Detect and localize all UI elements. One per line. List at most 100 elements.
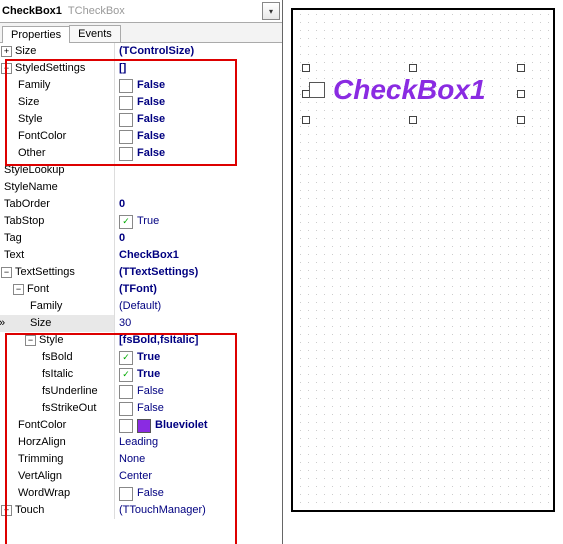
prop-value[interactable]: 30 bbox=[119, 315, 131, 332]
prop-value[interactable]: Blueviolet bbox=[155, 417, 208, 434]
property-row[interactable]: fsUnderline False bbox=[0, 383, 282, 400]
checkbox-icon[interactable]: ✓ bbox=[119, 215, 133, 229]
property-row[interactable]: StyleLookup bbox=[0, 162, 282, 179]
prop-label: fsStrikeOut bbox=[42, 400, 96, 417]
design-checkbox-control[interactable]: CheckBox1 bbox=[309, 74, 486, 106]
checkbox-icon[interactable] bbox=[119, 147, 133, 161]
inspector-tabs: Properties Events bbox=[0, 23, 282, 43]
checkbox-icon[interactable] bbox=[119, 96, 133, 110]
tab-events[interactable]: Events bbox=[69, 25, 121, 42]
checkbox-icon[interactable]: ✓ bbox=[119, 368, 133, 382]
property-row[interactable]: −Font (TFont) bbox=[0, 281, 282, 298]
prop-value[interactable]: True bbox=[137, 366, 160, 383]
prop-value[interactable]: CheckBox1 bbox=[119, 247, 179, 264]
checkbox-icon[interactable]: ✓ bbox=[119, 351, 133, 365]
component-name: CheckBox1 bbox=[2, 5, 62, 17]
prop-value[interactable]: False bbox=[137, 94, 165, 111]
property-row[interactable]: fsItalic ✓ True bbox=[0, 366, 282, 383]
prop-value[interactable]: Center bbox=[119, 468, 152, 485]
prop-value[interactable]: False bbox=[137, 400, 164, 417]
expander-icon[interactable]: − bbox=[1, 63, 12, 74]
selection-handle[interactable] bbox=[517, 64, 525, 72]
property-row[interactable]: Other False bbox=[0, 145, 282, 162]
property-row[interactable]: +Touch (TTouchManager) bbox=[0, 502, 282, 519]
selection-handle[interactable] bbox=[302, 64, 310, 72]
prop-value[interactable]: False bbox=[137, 128, 165, 145]
component-selector[interactable]: CheckBox1 TCheckBox ▾ bbox=[0, 0, 282, 23]
prop-value[interactable]: (TControlSize) bbox=[119, 43, 194, 60]
prop-label: fsItalic bbox=[42, 366, 73, 383]
prop-value[interactable]: [] bbox=[119, 60, 126, 77]
prop-value[interactable]: [fsBold,fsItalic] bbox=[119, 332, 198, 349]
property-row[interactable]: −Style [fsBold,fsItalic] bbox=[0, 332, 282, 349]
property-row[interactable]: TabStop ✓ True bbox=[0, 213, 282, 230]
design-canvas[interactable]: CheckBox1 bbox=[291, 8, 555, 512]
tab-properties[interactable]: Properties bbox=[2, 26, 70, 43]
color-swatch bbox=[137, 419, 151, 433]
property-row[interactable]: Family False bbox=[0, 77, 282, 94]
prop-value[interactable]: (Default) bbox=[119, 298, 161, 315]
property-row[interactable]: VertAlign Center bbox=[0, 468, 282, 485]
property-row[interactable]: WordWrap False bbox=[0, 485, 282, 502]
property-row[interactable]: Style False bbox=[0, 111, 282, 128]
checkbox-icon[interactable] bbox=[119, 113, 133, 127]
expander-icon[interactable]: − bbox=[25, 335, 36, 346]
checkbox-icon[interactable] bbox=[119, 130, 133, 144]
prop-label: StyleName bbox=[4, 179, 58, 196]
property-row[interactable]: Text CheckBox1 bbox=[0, 247, 282, 264]
object-inspector: CheckBox1 TCheckBox ▾ Properties Events … bbox=[0, 0, 283, 544]
prop-value[interactable]: Leading bbox=[119, 434, 158, 451]
selection-handle[interactable] bbox=[409, 64, 417, 72]
property-row[interactable]: TabOrder 0 bbox=[0, 196, 282, 213]
property-row[interactable]: FontColor False bbox=[0, 128, 282, 145]
property-row[interactable]: fsStrikeOut False bbox=[0, 400, 282, 417]
component-class: TCheckBox bbox=[68, 5, 125, 17]
prop-value[interactable]: False bbox=[137, 111, 165, 128]
property-row[interactable]: HorzAlign Leading bbox=[0, 434, 282, 451]
prop-value[interactable]: False bbox=[137, 145, 165, 162]
expander-icon[interactable]: + bbox=[1, 505, 12, 516]
property-row[interactable]: FontColor Blueviolet bbox=[0, 417, 282, 434]
property-row[interactable]: Size False bbox=[0, 94, 282, 111]
prop-value[interactable]: True bbox=[137, 213, 159, 230]
prop-value[interactable]: True bbox=[137, 349, 160, 366]
prop-label: TabStop bbox=[4, 213, 44, 230]
selection-handle[interactable] bbox=[517, 116, 525, 124]
prop-value[interactable]: 0 bbox=[119, 230, 125, 247]
property-row[interactable]: StyleName bbox=[0, 179, 282, 196]
prop-value[interactable]: None bbox=[119, 451, 145, 468]
selection-handle[interactable] bbox=[302, 116, 310, 124]
checkbox-icon[interactable] bbox=[119, 487, 133, 501]
prop-label: WordWrap bbox=[18, 485, 70, 502]
property-row[interactable]: +Size (TControlSize) bbox=[0, 43, 282, 60]
expander-icon[interactable]: + bbox=[1, 46, 12, 57]
property-row[interactable]: Tag 0 bbox=[0, 230, 282, 247]
prop-label: HorzAlign bbox=[18, 434, 66, 451]
checkbox-icon[interactable] bbox=[119, 385, 133, 399]
checkbox-icon[interactable] bbox=[119, 402, 133, 416]
prop-value[interactable]: 0 bbox=[119, 196, 125, 213]
expander-icon[interactable]: − bbox=[1, 267, 12, 278]
prop-label: Size bbox=[30, 315, 51, 332]
selection-indicator-icon: » bbox=[0, 315, 5, 332]
prop-value[interactable]: (TTouchManager) bbox=[119, 502, 206, 519]
property-row[interactable]: −TextSettings (TTextSettings) bbox=[0, 264, 282, 281]
property-row[interactable]: −StyledSettings [] bbox=[0, 60, 282, 77]
selection-handle[interactable] bbox=[409, 116, 417, 124]
property-row-selected[interactable]: » Size 30 bbox=[0, 315, 282, 332]
checkbox-icon[interactable] bbox=[119, 79, 133, 93]
property-row[interactable]: fsBold ✓True bbox=[0, 349, 282, 366]
prop-label: TextSettings bbox=[15, 264, 75, 281]
property-row[interactable]: Family (Default) bbox=[0, 298, 282, 315]
prop-value[interactable]: (TTextSettings) bbox=[119, 264, 198, 281]
expander-icon[interactable]: − bbox=[13, 284, 24, 295]
prop-value[interactable]: False bbox=[137, 383, 164, 400]
chevron-down-icon[interactable]: ▾ bbox=[262, 2, 280, 20]
prop-value[interactable]: False bbox=[137, 485, 164, 502]
prop-value[interactable]: False bbox=[137, 77, 165, 94]
selection-handle[interactable] bbox=[517, 90, 525, 98]
prop-value[interactable]: (TFont) bbox=[119, 281, 157, 298]
property-row[interactable]: Trimming None bbox=[0, 451, 282, 468]
prop-label: Font bbox=[27, 281, 49, 298]
checkbox-icon[interactable] bbox=[119, 419, 133, 433]
